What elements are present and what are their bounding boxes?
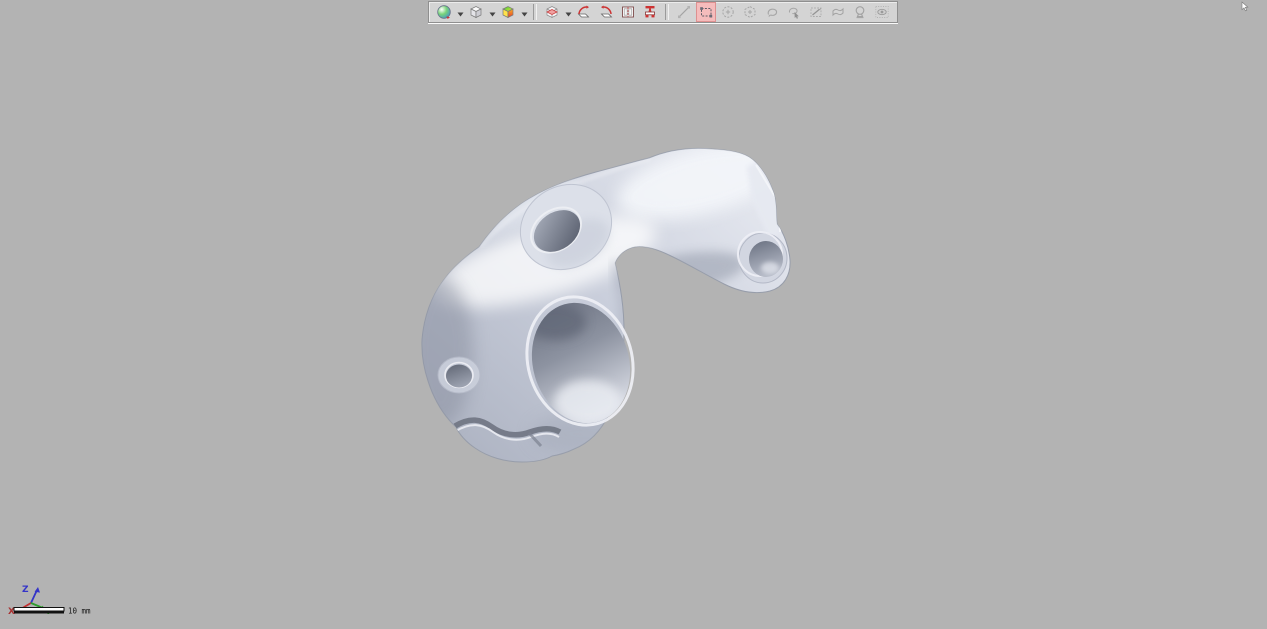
sketch-select-button[interactable]: [806, 2, 826, 22]
visibility-eye-icon: [874, 4, 890, 20]
slice-panels-button[interactable]: [618, 2, 638, 22]
sectioning-group: [542, 2, 660, 22]
section-sweep-left-icon: [576, 4, 592, 20]
circle-select-icon: [720, 4, 736, 20]
selection-group: [674, 2, 892, 22]
surface-fold-icon: [830, 4, 846, 20]
sketch-select-icon: [808, 4, 824, 20]
line-probe-icon: [676, 4, 692, 20]
plain-cube-button[interactable]: [466, 2, 486, 22]
section-sweep-right-icon: [598, 4, 614, 20]
model-clamp-bracket[interactable]: [409, 130, 790, 462]
polygon-select-icon: [742, 4, 758, 20]
chevron-down-icon: [521, 12, 528, 17]
section-cube-dropdown[interactable]: [564, 3, 572, 21]
entity-select-button[interactable]: [850, 2, 870, 22]
rainbow-cube-button[interactable]: [498, 2, 518, 22]
lug-hole: [438, 357, 480, 393]
scale-bar: 10 mm: [14, 607, 91, 616]
chevron-down-icon: [565, 12, 572, 17]
mouse-cursor: [1242, 2, 1248, 11]
main-toolbar: [428, 1, 898, 23]
surface-fold-button[interactable]: [828, 2, 848, 22]
rectangle-select-icon: [698, 4, 714, 20]
z-axis-label: Z: [22, 585, 29, 595]
z-axis-arrow: [35, 587, 40, 593]
toolbar-separator: [533, 4, 537, 20]
chevron-down-icon: [457, 12, 464, 17]
model-viewport[interactable]: Z X Y 10 mm: [0, 0, 1267, 629]
view-style-group: [434, 2, 528, 22]
slice-panels-icon: [620, 4, 636, 20]
clamp-press-button[interactable]: [640, 2, 660, 22]
chevron-down-icon: [489, 12, 496, 17]
lasso-icon: [764, 4, 780, 20]
section-cube-button[interactable]: [542, 2, 562, 22]
plain-cube-icon: [468, 4, 484, 20]
circle-select-button[interactable]: [718, 2, 738, 22]
visibility-eye-button[interactable]: [872, 2, 892, 22]
shaded-sphere-icon: [436, 4, 452, 20]
rainbow-cube-icon: [500, 4, 516, 20]
entity-select-icon: [852, 4, 868, 20]
clamp-press-icon: [642, 4, 658, 20]
section-sweep-right-button[interactable]: [596, 2, 616, 22]
rectangle-select-button[interactable]: [696, 2, 716, 22]
scale-bar-label: 10 mm: [68, 607, 91, 616]
lasso-pointer-icon: [786, 4, 802, 20]
section-sweep-left-button[interactable]: [574, 2, 594, 22]
lasso-pointer-button[interactable]: [784, 2, 804, 22]
polygon-select-button[interactable]: [740, 2, 760, 22]
line-probe-button[interactable]: [674, 2, 694, 22]
rainbow-cube-dropdown[interactable]: [520, 3, 528, 21]
plain-cube-dropdown[interactable]: [488, 3, 496, 21]
toolbar-separator: [665, 4, 669, 20]
left-shadow: [409, 277, 473, 427]
shaded-sphere-button[interactable]: [434, 2, 454, 22]
lasso-button[interactable]: [762, 2, 782, 22]
section-cube-icon: [544, 4, 560, 20]
shaded-sphere-dropdown[interactable]: [456, 3, 464, 21]
